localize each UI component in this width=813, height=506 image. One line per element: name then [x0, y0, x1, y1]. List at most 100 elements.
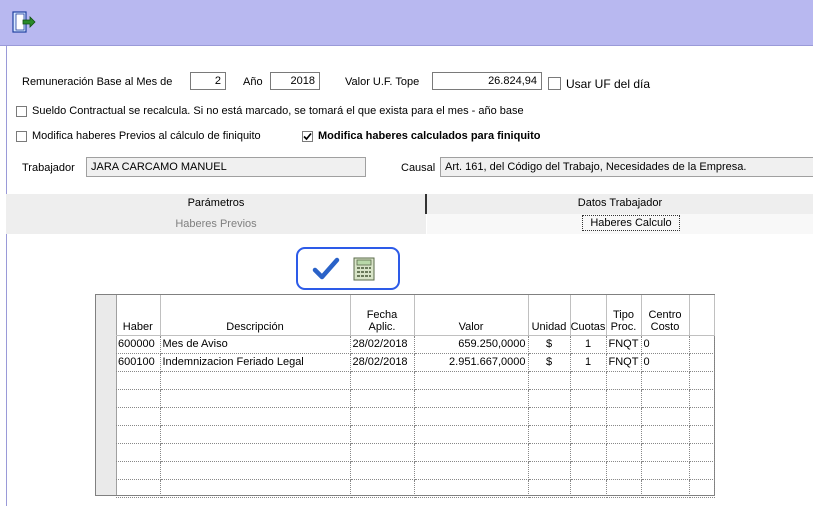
col-header-fecha[interactable]: Fecha Aplic.	[350, 295, 415, 335]
tab-haberes-previos[interactable]: Haberes Previos	[6, 214, 426, 234]
empty-cell[interactable]	[160, 443, 351, 462]
empty-cell[interactable]	[160, 371, 351, 390]
checkmark-icon[interactable]	[312, 256, 340, 282]
empty-cell[interactable]	[570, 389, 607, 408]
cell-cuotas[interactable]: 1	[570, 353, 607, 372]
empty-cell[interactable]	[350, 425, 415, 444]
cell-descripcion[interactable]: Indemnizacion Feriado Legal	[160, 353, 351, 372]
empty-cell[interactable]	[641, 461, 690, 480]
empty-cell[interactable]	[606, 425, 642, 444]
cell-tipo[interactable]: FNQT	[606, 334, 642, 354]
empty-cell[interactable]	[606, 389, 642, 408]
empty-cell[interactable]	[689, 371, 715, 390]
cell-valor[interactable]: 2.951.667,0000	[414, 353, 529, 372]
mes-field[interactable]: 2	[190, 72, 226, 90]
trabajador-field[interactable]: JARA CARCAMO MANUEL	[86, 157, 366, 177]
col-header-tipo[interactable]: Tipo Proc.	[606, 295, 642, 335]
empty-cell[interactable]	[570, 443, 607, 462]
empty-cell[interactable]	[570, 407, 607, 426]
table-row-empty[interactable]	[116, 371, 715, 390]
empty-cell[interactable]	[116, 479, 161, 498]
empty-cell[interactable]	[528, 389, 571, 408]
empty-cell[interactable]	[570, 425, 607, 444]
empty-cell[interactable]	[160, 407, 351, 426]
cell-extra[interactable]	[689, 334, 715, 354]
sueldo-recalcula-checkbox[interactable]	[16, 106, 27, 117]
empty-cell[interactable]	[689, 443, 715, 462]
empty-cell[interactable]	[160, 425, 351, 444]
usar-uf-checkbox[interactable]	[548, 77, 561, 90]
empty-cell[interactable]	[414, 389, 529, 408]
empty-cell[interactable]	[689, 407, 715, 426]
empty-cell[interactable]	[350, 389, 415, 408]
empty-cell[interactable]	[350, 479, 415, 498]
empty-cell[interactable]	[116, 461, 161, 480]
table-row-empty[interactable]	[116, 443, 715, 462]
empty-cell[interactable]	[606, 371, 642, 390]
empty-cell[interactable]	[350, 443, 415, 462]
modifica-calculados-checkbox[interactable]	[302, 131, 313, 142]
empty-cell[interactable]	[641, 371, 690, 390]
empty-cell[interactable]	[160, 389, 351, 408]
empty-cell[interactable]	[414, 443, 529, 462]
empty-cell[interactable]	[528, 371, 571, 390]
empty-cell[interactable]	[689, 389, 715, 408]
empty-cell[interactable]	[528, 461, 571, 480]
table-row-empty[interactable]	[116, 461, 715, 480]
cell-cuotas[interactable]: 1	[570, 334, 607, 354]
empty-cell[interactable]	[528, 443, 571, 462]
exit-door-icon[interactable]	[10, 9, 36, 35]
anio-field[interactable]: 2018	[270, 72, 320, 90]
cell-valor[interactable]: 659.250,0000	[414, 334, 529, 354]
empty-cell[interactable]	[116, 425, 161, 444]
cell-unidad[interactable]: $	[528, 353, 571, 372]
col-header-unidad[interactable]: Unidad	[528, 295, 571, 335]
empty-cell[interactable]	[350, 461, 415, 480]
empty-cell[interactable]	[414, 407, 529, 426]
empty-cell[interactable]	[570, 461, 607, 480]
empty-cell[interactable]	[160, 479, 351, 498]
cell-haber[interactable]: 600000	[116, 334, 161, 354]
empty-cell[interactable]	[414, 425, 529, 444]
col-header-centro[interactable]: Centro Costo	[641, 295, 690, 335]
empty-cell[interactable]	[641, 479, 690, 498]
cell-tipo[interactable]: FNQT	[606, 353, 642, 372]
table-row-empty[interactable]	[116, 479, 715, 498]
empty-cell[interactable]	[528, 407, 571, 426]
tab-datos-trabajador[interactable]: Datos Trabajador	[427, 194, 813, 215]
col-header-haber[interactable]: Haber	[116, 295, 161, 335]
empty-cell[interactable]	[641, 425, 690, 444]
empty-cell[interactable]	[116, 443, 161, 462]
empty-cell[interactable]	[116, 371, 161, 390]
cell-centro[interactable]: 0	[641, 334, 690, 354]
cell-haber[interactable]: 600100	[116, 353, 161, 372]
cell-fecha[interactable]: 28/02/2018	[350, 353, 415, 372]
empty-cell[interactable]	[689, 479, 715, 498]
empty-cell[interactable]	[570, 371, 607, 390]
empty-cell[interactable]	[116, 407, 161, 426]
empty-cell[interactable]	[641, 389, 690, 408]
empty-cell[interactable]	[689, 461, 715, 480]
uf-tope-field[interactable]: 26.824,94	[432, 72, 542, 90]
tab-haberes-calculo[interactable]: Haberes Calculo	[582, 215, 680, 231]
table-row[interactable]: 600100 Indemnizacion Feriado Legal 28/02…	[116, 353, 715, 372]
empty-cell[interactable]	[641, 407, 690, 426]
empty-cell[interactable]	[350, 407, 415, 426]
cell-centro[interactable]: 0	[641, 353, 690, 372]
empty-cell[interactable]	[606, 461, 642, 480]
table-row-empty[interactable]	[116, 389, 715, 408]
cell-extra[interactable]	[689, 353, 715, 372]
empty-cell[interactable]	[116, 389, 161, 408]
col-header-descripcion[interactable]: Descripción	[160, 295, 351, 335]
empty-cell[interactable]	[528, 479, 571, 498]
empty-cell[interactable]	[414, 371, 529, 390]
cell-descripcion[interactable]: Mes de Aviso	[160, 334, 351, 354]
col-header-cuotas[interactable]: Cuotas	[570, 295, 607, 335]
cell-fecha[interactable]: 28/02/2018	[350, 334, 415, 354]
empty-cell[interactable]	[160, 461, 351, 480]
table-row[interactable]: 600000 Mes de Aviso 28/02/2018 659.250,0…	[116, 334, 715, 354]
tab-parametros[interactable]: Parámetros	[6, 194, 426, 215]
empty-cell[interactable]	[414, 479, 529, 498]
empty-cell[interactable]	[606, 443, 642, 462]
empty-cell[interactable]	[606, 479, 642, 498]
